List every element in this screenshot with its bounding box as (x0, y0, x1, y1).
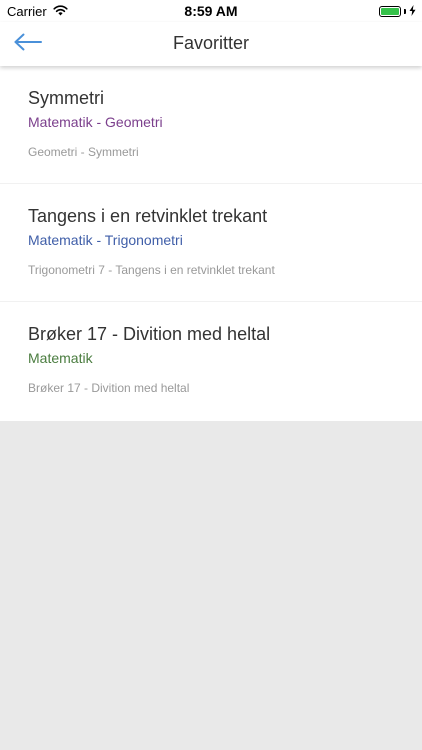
battery-icon (379, 6, 401, 17)
charging-icon (409, 4, 416, 19)
item-title: Symmetri (28, 88, 104, 108)
item-path: Trigonometri 7 - Tangens i en retvinklet… (28, 263, 275, 277)
item-subject: Matematik - Trigonometri (28, 232, 183, 248)
battery-fill (381, 8, 399, 15)
page-title: Favoritter (172, 33, 250, 53)
status-time: 8:59 AM (184, 3, 238, 19)
list-item[interactable]: Brøker 17 - Divition med heltal Matemati… (0, 302, 422, 421)
list-item[interactable]: Symmetri Matematik - Geometri Geometri -… (0, 66, 422, 184)
item-title: Tangens i en retvinklet trekant (28, 206, 268, 226)
status-right (379, 4, 416, 19)
item-subject: Matematik (28, 350, 93, 366)
item-path: Geometri - Symmetri (28, 145, 139, 159)
status-bar: Carrier 8:59 AM (0, 0, 422, 22)
list-item[interactable]: Tangens i en retvinklet trekant Matemati… (0, 184, 422, 302)
navigation-bar: Favoritter (0, 22, 422, 66)
item-path: Brøker 17 - Divition med heltal (28, 381, 190, 395)
battery-nub (404, 9, 406, 14)
favorites-list: Symmetri Matematik - Geometri Geometri -… (0, 66, 422, 421)
item-subject: Matematik - Geometri (28, 114, 163, 130)
item-title: Brøker 17 - Divition med heltal (28, 324, 271, 344)
